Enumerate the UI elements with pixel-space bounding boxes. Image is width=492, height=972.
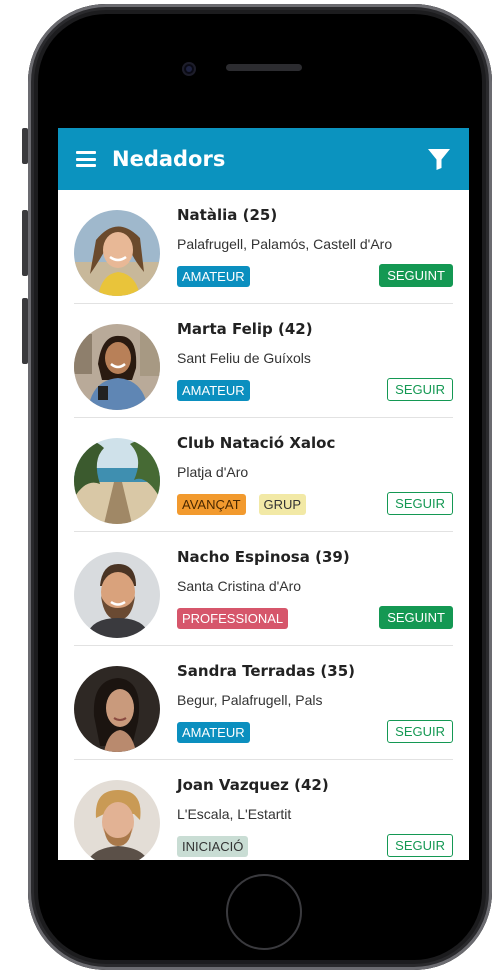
avatar <box>74 438 160 524</box>
list-item[interactable]: Sandra Terradas (35) Begur, Palafrugell,… <box>74 646 453 760</box>
filter-funnel-icon[interactable] <box>427 147 451 171</box>
avatar <box>74 780 160 860</box>
swimmer-name: Sandra Terradas (35) <box>177 662 356 680</box>
swimmer-name: Joan Vazquez (42) <box>177 776 329 794</box>
level-badges: AMATEUR <box>177 722 250 743</box>
avatar <box>74 666 160 752</box>
swimmer-location: L'Escala, L'Estartit <box>177 806 292 822</box>
level-badges: PROFESSIONAL <box>177 608 289 629</box>
swimmer-name: Marta Felip (42) <box>177 320 313 338</box>
swimmer-location: Santa Cristina d'Aro <box>177 578 302 594</box>
swimmer-list: Natàlia (25) Palafrugell, Palamós, Caste… <box>58 190 469 860</box>
group-badge: GRUP <box>258 494 307 515</box>
follow-button[interactable]: SEGUINT <box>379 264 453 287</box>
swimmer-name: Club Natació Xaloc <box>177 434 336 452</box>
level-badge: AVANÇAT <box>177 494 246 515</box>
list-item[interactable]: Club Natació Xaloc Platja d'Aro AVANÇAT … <box>74 418 453 532</box>
avatar <box>74 210 160 296</box>
follow-button[interactable]: SEGUIR <box>387 492 453 515</box>
level-badges: INICIACIÓ <box>177 836 249 857</box>
level-badges: AMATEUR <box>177 380 250 401</box>
level-badges: AVANÇAT GRUP <box>177 494 307 515</box>
page-title: Nedadors <box>112 147 226 171</box>
follow-button[interactable]: SEGUIR <box>387 720 453 743</box>
list-item[interactable]: Joan Vazquez (42) L'Escala, L'Estartit I… <box>74 760 453 860</box>
level-badge: AMATEUR <box>177 380 250 401</box>
swimmer-location: Palafrugell, Palamós, Castell d'Aro <box>177 236 393 252</box>
hamburger-menu-icon[interactable] <box>76 151 96 167</box>
swimmer-name: Nacho Espinosa (39) <box>177 548 350 566</box>
level-badge: PROFESSIONAL <box>177 608 289 629</box>
follow-button[interactable]: SEGUIR <box>387 378 453 401</box>
home-button[interactable] <box>226 874 302 950</box>
follow-button[interactable]: SEGUIR <box>387 834 453 857</box>
list-item[interactable]: Marta Felip (42) Sant Feliu de Guíxols A… <box>74 304 453 418</box>
front-camera <box>182 62 196 76</box>
avatar <box>74 552 160 638</box>
level-badges: AMATEUR <box>177 266 250 287</box>
swimmer-name: Natàlia (25) <box>177 206 278 224</box>
swimmer-location: Sant Feliu de Guíxols <box>177 350 311 366</box>
level-badge: AMATEUR <box>177 266 250 287</box>
app-bar: Nedadors <box>58 128 469 190</box>
list-item[interactable]: Nacho Espinosa (39) Santa Cristina d'Aro… <box>74 532 453 646</box>
earpiece-speaker <box>226 64 302 71</box>
swimmer-location: Platja d'Aro <box>177 464 249 480</box>
level-badge: AMATEUR <box>177 722 250 743</box>
list-item[interactable]: Natàlia (25) Palafrugell, Palamós, Caste… <box>74 190 453 304</box>
swimmer-location: Begur, Palafrugell, Pals <box>177 692 323 708</box>
follow-button[interactable]: SEGUINT <box>379 606 453 629</box>
level-badge: INICIACIÓ <box>177 836 249 857</box>
avatar <box>74 324 160 410</box>
app-screen: Nedadors Natàlia (25) Palafrugell, Palam… <box>58 128 469 860</box>
